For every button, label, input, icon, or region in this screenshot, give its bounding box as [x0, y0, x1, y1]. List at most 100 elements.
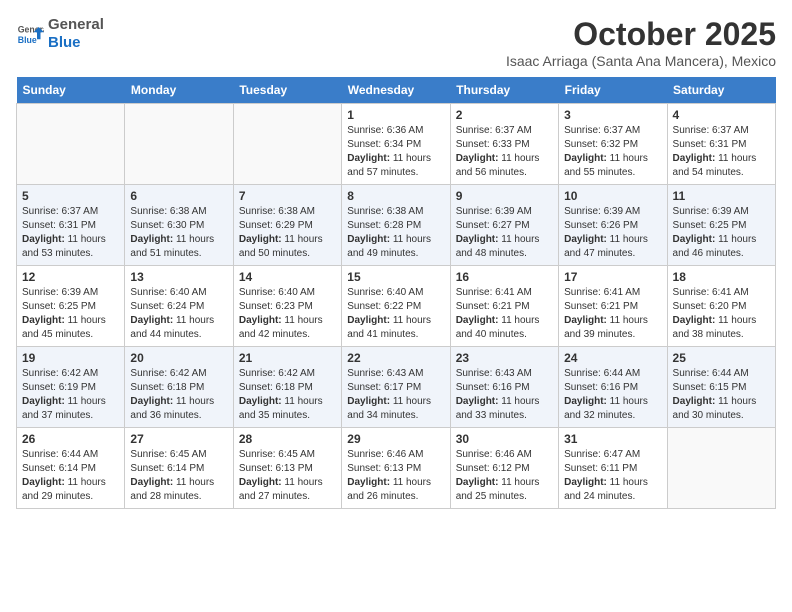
day-content: Sunrise: 6:41 AMSunset: 6:20 PMDaylight:… [673, 286, 770, 342]
day-number: 7 [239, 189, 336, 203]
day-number: 26 [22, 432, 119, 446]
day-number: 17 [564, 270, 661, 284]
day-content: Sunrise: 6:40 AMSunset: 6:24 PMDaylight:… [130, 286, 227, 342]
day-number: 3 [564, 108, 661, 122]
day-content: Sunrise: 6:39 AMSunset: 6:27 PMDaylight:… [456, 205, 553, 261]
day-number: 30 [456, 432, 553, 446]
col-wednesday: Wednesday [342, 77, 450, 104]
calendar-cell: 17 Sunrise: 6:41 AMSunset: 6:21 PMDayligh… [559, 266, 667, 347]
calendar-week-3: 12 Sunrise: 6:39 AMSunset: 6:25 PMDayligh… [17, 266, 776, 347]
logo-text: General Blue [48, 16, 104, 52]
calendar-cell: 19Sunrise: 6:42 AMSunset: 6:19 PMDayligh… [17, 347, 125, 428]
calendar-cell: 15 Sunrise: 6:40 AMSunset: 6:22 PMDayligh… [342, 266, 450, 347]
calendar-header-row: Sunday Monday Tuesday Wednesday Thursday… [17, 77, 776, 104]
calendar-cell: 1 Sunrise: 6:36 AMSunset: 6:34 PMDaylight… [342, 104, 450, 185]
day-number: 29 [347, 432, 444, 446]
day-content: Sunrise: 6:39 AMSunset: 6:25 PMDaylight:… [22, 286, 119, 342]
calendar-cell: 10Sunrise: 6:39 AMSunset: 6:26 PMDayligh… [559, 185, 667, 266]
day-content: Sunrise: 6:38 AMSunset: 6:28 PMDaylight:… [347, 205, 444, 261]
calendar-cell: 11 Sunrise: 6:39 AMSunset: 6:25 PMDayligh… [667, 185, 775, 266]
day-content: Sunrise: 6:36 AMSunset: 6:34 PMDaylight:… [347, 124, 444, 180]
day-content: Sunrise: 6:40 AMSunset: 6:23 PMDaylight:… [239, 286, 336, 342]
calendar-cell: 23 Sunrise: 6:43 AMSunset: 6:16 PMDayligh… [450, 347, 558, 428]
day-content: Sunrise: 6:44 AMSunset: 6:14 PMDaylight:… [22, 448, 119, 504]
col-tuesday: Tuesday [233, 77, 341, 104]
day-content: Sunrise: 6:41 AMSunset: 6:21 PMDaylight:… [456, 286, 553, 342]
day-content: Sunrise: 6:46 AMSunset: 6:13 PMDaylight:… [347, 448, 444, 504]
calendar-cell: 7 Sunrise: 6:38 AMSunset: 6:29 PMDaylight… [233, 185, 341, 266]
calendar-cell: 28Sunrise: 6:45 AMSunset: 6:13 PMDayligh… [233, 428, 341, 509]
day-number: 15 [347, 270, 444, 284]
day-content: Sunrise: 6:46 AMSunset: 6:12 PMDaylight:… [456, 448, 553, 504]
calendar-cell [233, 104, 341, 185]
day-number: 5 [22, 189, 119, 203]
day-number: 2 [456, 108, 553, 122]
calendar-cell: 14 Sunrise: 6:40 AMSunset: 6:23 PMDayligh… [233, 266, 341, 347]
calendar-cell: 31Sunrise: 6:47 AMSunset: 6:11 PMDayligh… [559, 428, 667, 509]
day-content: Sunrise: 6:41 AMSunset: 6:21 PMDaylight:… [564, 286, 661, 342]
day-content: Sunrise: 6:43 AMSunset: 6:16 PMDaylight:… [456, 367, 553, 423]
calendar-cell: 20 Sunrise: 6:42 AMSunset: 6:18 PMDayligh… [125, 347, 233, 428]
day-content: Sunrise: 6:40 AMSunset: 6:22 PMDaylight:… [347, 286, 444, 342]
location-subtitle: Isaac Arriaga (Santa Ana Mancera), Mexic… [506, 53, 776, 69]
calendar-cell: 25 Sunrise: 6:44 AMSunset: 6:15 PMDayligh… [667, 347, 775, 428]
day-content: Sunrise: 6:37 AMSunset: 6:32 PMDaylight:… [564, 124, 661, 180]
calendar-cell: 16 Sunrise: 6:41 AMSunset: 6:21 PMDayligh… [450, 266, 558, 347]
title-area: October 2025 Isaac Arriaga (Santa Ana Ma… [506, 16, 776, 69]
day-number: 16 [456, 270, 553, 284]
day-content: Sunrise: 6:39 AMSunset: 6:26 PMDaylight:… [564, 205, 661, 261]
month-title: October 2025 [506, 16, 776, 53]
calendar-cell [667, 428, 775, 509]
day-number: 19 [22, 351, 119, 365]
day-number: 9 [456, 189, 553, 203]
day-content: Sunrise: 6:44 AMSunset: 6:15 PMDaylight:… [673, 367, 770, 423]
day-number: 1 [347, 108, 444, 122]
calendar-cell [125, 104, 233, 185]
svg-text:Blue: Blue [18, 35, 37, 45]
calendar-week-2: 5 Sunrise: 6:37 AMSunset: 6:31 PMDaylight… [17, 185, 776, 266]
day-content: Sunrise: 6:43 AMSunset: 6:17 PMDaylight:… [347, 367, 444, 423]
calendar-week-1: 1 Sunrise: 6:36 AMSunset: 6:34 PMDaylight… [17, 104, 776, 185]
day-content: Sunrise: 6:37 AMSunset: 6:31 PMDaylight:… [22, 205, 119, 261]
logo-icon: General Blue [16, 20, 44, 48]
col-thursday: Thursday [450, 77, 558, 104]
day-number: 24 [564, 351, 661, 365]
calendar-cell: 4Sunrise: 6:37 AMSunset: 6:31 PMDaylight… [667, 104, 775, 185]
day-number: 25 [673, 351, 770, 365]
day-number: 11 [673, 189, 770, 203]
day-number: 23 [456, 351, 553, 365]
day-number: 12 [22, 270, 119, 284]
col-saturday: Saturday [667, 77, 775, 104]
day-number: 22 [347, 351, 444, 365]
day-content: Sunrise: 6:38 AMSunset: 6:29 PMDaylight:… [239, 205, 336, 261]
calendar-cell: 30 Sunrise: 6:46 AMSunset: 6:12 PMDayligh… [450, 428, 558, 509]
day-number: 14 [239, 270, 336, 284]
calendar-cell: 26 Sunrise: 6:44 AMSunset: 6:14 PMDayligh… [17, 428, 125, 509]
calendar-cell: 21Sunrise: 6:42 AMSunset: 6:18 PMDayligh… [233, 347, 341, 428]
calendar-cell: 3 Sunrise: 6:37 AMSunset: 6:32 PMDaylight… [559, 104, 667, 185]
day-number: 27 [130, 432, 227, 446]
calendar-cell [17, 104, 125, 185]
col-sunday: Sunday [17, 77, 125, 104]
day-number: 18 [673, 270, 770, 284]
calendar-cell: 24Sunrise: 6:44 AMSunset: 6:16 PMDayligh… [559, 347, 667, 428]
day-content: Sunrise: 6:42 AMSunset: 6:18 PMDaylight:… [130, 367, 227, 423]
col-friday: Friday [559, 77, 667, 104]
calendar-cell: 22 Sunrise: 6:43 AMSunset: 6:17 PMDayligh… [342, 347, 450, 428]
calendar-table: Sunday Monday Tuesday Wednesday Thursday… [16, 77, 776, 509]
calendar-cell: 18 Sunrise: 6:41 AMSunset: 6:20 PMDayligh… [667, 266, 775, 347]
calendar-body: 1 Sunrise: 6:36 AMSunset: 6:34 PMDaylight… [17, 104, 776, 509]
calendar-week-4: 19Sunrise: 6:42 AMSunset: 6:19 PMDayligh… [17, 347, 776, 428]
day-number: 31 [564, 432, 661, 446]
day-number: 20 [130, 351, 227, 365]
calendar-cell: 8 Sunrise: 6:38 AMSunset: 6:28 PMDaylight… [342, 185, 450, 266]
calendar-cell: 5 Sunrise: 6:37 AMSunset: 6:31 PMDaylight… [17, 185, 125, 266]
calendar-cell: 6 Sunrise: 6:38 AMSunset: 6:30 PMDaylight… [125, 185, 233, 266]
day-number: 6 [130, 189, 227, 203]
day-content: Sunrise: 6:38 AMSunset: 6:30 PMDaylight:… [130, 205, 227, 261]
day-content: Sunrise: 6:37 AMSunset: 6:33 PMDaylight:… [456, 124, 553, 180]
day-content: Sunrise: 6:39 AMSunset: 6:25 PMDaylight:… [673, 205, 770, 261]
day-number: 8 [347, 189, 444, 203]
calendar-cell: 27Sunrise: 6:45 AMSunset: 6:14 PMDayligh… [125, 428, 233, 509]
calendar-cell: 2 Sunrise: 6:37 AMSunset: 6:33 PMDaylight… [450, 104, 558, 185]
